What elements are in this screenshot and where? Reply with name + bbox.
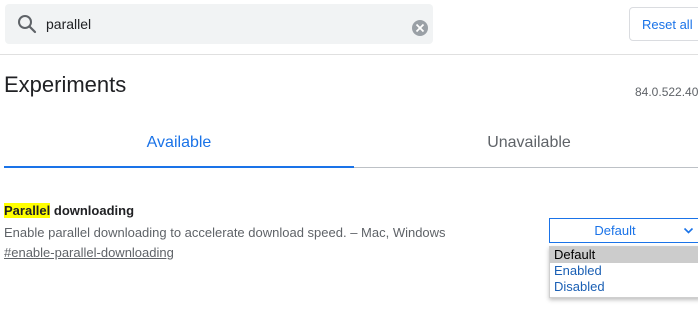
option-enabled[interactable]: Enabled bbox=[550, 263, 698, 279]
experiment-title: Parallel downloading bbox=[4, 203, 134, 218]
version-label: 84.0.522.40 bbox=[635, 85, 698, 99]
search-match-highlight: Parallel bbox=[4, 203, 51, 218]
search-box[interactable] bbox=[5, 4, 433, 44]
experiment-description: Enable parallel downloading to accelerat… bbox=[4, 225, 446, 240]
search-input[interactable] bbox=[46, 15, 386, 33]
page-title: Experiments bbox=[4, 72, 127, 97]
experiment-title-rest: downloading bbox=[50, 203, 135, 218]
option-default[interactable]: Default bbox=[550, 247, 698, 263]
reset-all-button[interactable]: Reset all bbox=[629, 7, 698, 41]
tab-bar: Available Unavailable bbox=[4, 120, 698, 168]
tab-available[interactable]: Available bbox=[4, 120, 354, 168]
search-icon bbox=[18, 15, 37, 34]
top-bar: Reset all bbox=[0, 0, 698, 55]
select-dropdown: Default Enabled Disabled bbox=[549, 246, 698, 298]
chevron-down-icon bbox=[683, 227, 694, 234]
experiment-permalink[interactable]: #enable-parallel-downloading bbox=[4, 245, 174, 260]
tab-unavailable[interactable]: Unavailable bbox=[354, 120, 698, 166]
experiment-state-select[interactable]: Default bbox=[549, 218, 698, 243]
option-disabled[interactable]: Disabled bbox=[550, 279, 698, 295]
select-value: Default bbox=[594, 223, 636, 238]
clear-icon[interactable] bbox=[411, 19, 429, 37]
